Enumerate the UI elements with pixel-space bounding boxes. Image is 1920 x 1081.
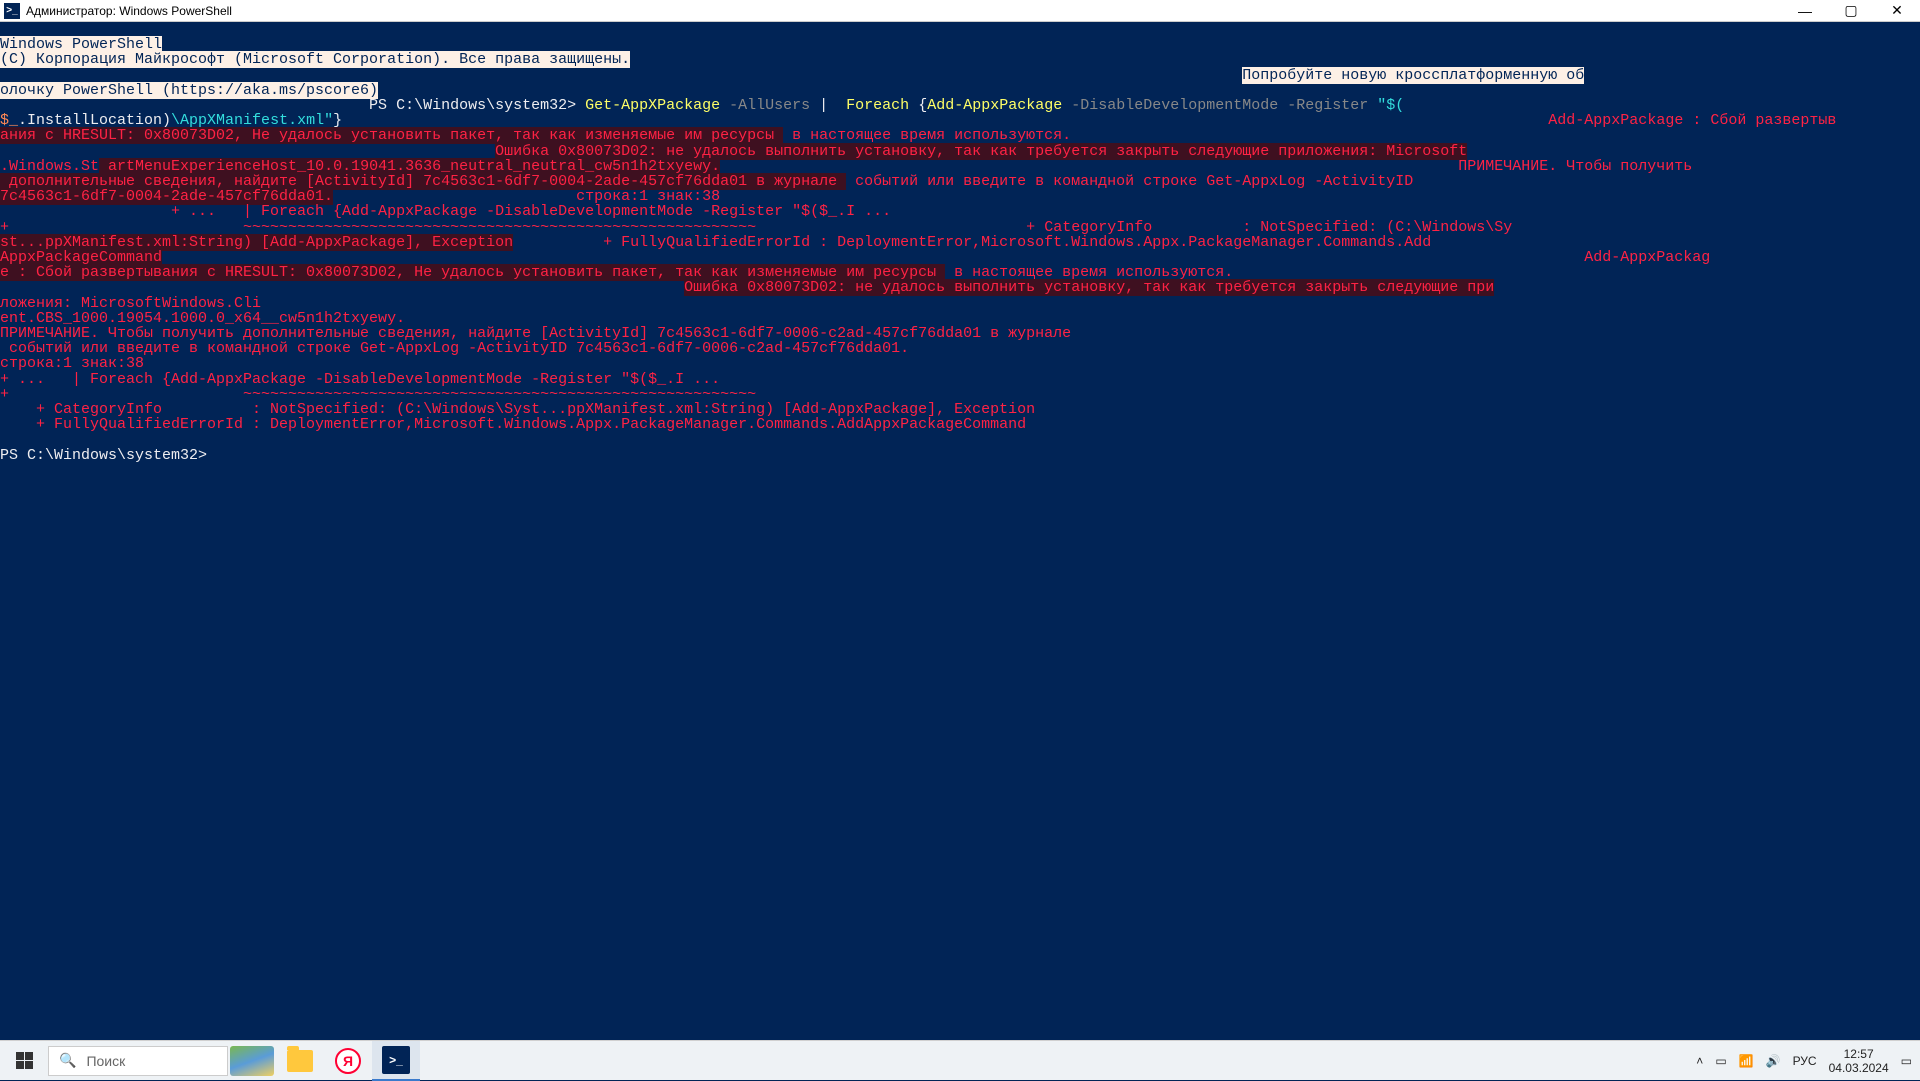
news-thumbnail-icon [230,1046,274,1076]
system-tray: ˄ ▭ 📶 🔊 РУС 12:57 04.03.2024 ▭ [1696,1047,1920,1075]
windows-logo-icon [16,1052,33,1069]
clock[interactable]: 12:57 04.03.2024 [1829,1047,1889,1075]
minimize-button[interactable]: — [1782,0,1828,22]
titlebar: >_ Администратор: Windows PowerShell — ▢… [0,0,1920,22]
search-placeholder: Поиск [86,1053,125,1069]
battery-icon[interactable]: ▭ [1715,1054,1726,1068]
close-button[interactable]: ✕ [1874,0,1920,22]
window-title: Администратор: Windows PowerShell [26,4,232,18]
taskbar-item-yandex[interactable]: Я [324,1041,372,1081]
taskbar-item-explorer[interactable] [276,1041,324,1081]
taskbar: 🔍 Поиск Я >_ ˄ ▭ 📶 🔊 РУС 12:57 04.03.202… [0,1040,1920,1080]
folder-icon [287,1050,313,1072]
language-indicator[interactable]: РУС [1793,1054,1817,1068]
taskbar-item-powershell[interactable]: >_ [372,1041,420,1081]
terminal-output[interactable]: Windows PowerShell (C) Корпорация Майкро… [0,22,1920,1040]
volume-icon[interactable]: 🔊 [1766,1054,1781,1068]
maximize-button[interactable]: ▢ [1828,0,1874,22]
search-input[interactable]: 🔍 Поиск [48,1046,228,1076]
powershell-icon: >_ [4,3,20,19]
wifi-icon[interactable]: 📶 [1739,1054,1754,1068]
taskbar-item-news[interactable] [228,1041,276,1081]
start-button[interactable] [0,1041,48,1081]
clock-time: 12:57 [1829,1047,1889,1061]
clock-date: 04.03.2024 [1829,1061,1889,1075]
tray-chevron-icon[interactable]: ˄ [1696,1054,1703,1068]
terminal-line: + FullyQualifiedErrorId : DeploymentErro… [0,416,1026,433]
yandex-icon: Я [335,1048,361,1074]
powershell-icon: >_ [382,1046,410,1074]
terminal-prompt[interactable]: PS C:\Windows\system32> [0,447,216,464]
notifications-icon[interactable]: ▭ [1901,1054,1912,1068]
search-icon: 🔍 [59,1052,76,1069]
